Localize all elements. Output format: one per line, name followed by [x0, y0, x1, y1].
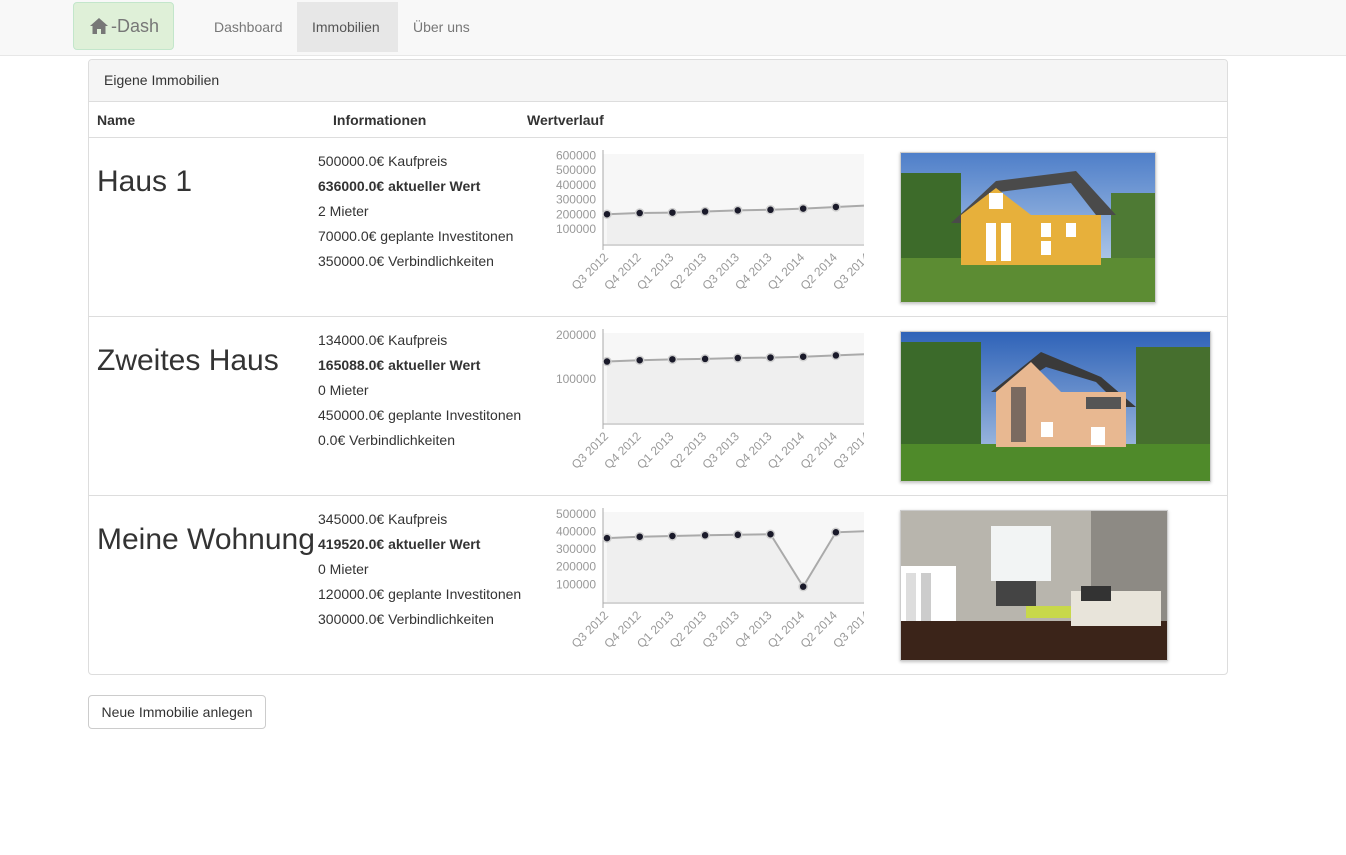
data-point: [765, 352, 776, 363]
data-point: [602, 533, 612, 543]
property-photo: [900, 331, 1211, 482]
data-point: [634, 355, 645, 365]
nav-dashboard[interactable]: Dashboard: [199, 2, 298, 52]
kaufpreis: 500000.0€ Kaufpreis: [318, 153, 448, 169]
y-tick-label: 400000: [556, 178, 596, 192]
y-tick-label: 100000: [556, 577, 596, 591]
data-point: [798, 351, 808, 362]
y-tick-label: 200000: [556, 328, 596, 342]
data-point: [602, 356, 612, 367]
kaufpreis: 345000.0€ Kaufpreis: [318, 511, 448, 527]
property-name: Zweites Haus: [97, 344, 279, 377]
house-photo: [901, 332, 1210, 481]
data-point: [765, 205, 776, 215]
data-point: [700, 354, 710, 364]
property-name: Meine Wohnung: [97, 523, 315, 556]
data-point: [798, 203, 808, 214]
y-tick-label: 100000: [556, 372, 596, 386]
data-point: [831, 527, 841, 538]
property-name: Haus 1: [97, 165, 193, 198]
data-point: [831, 202, 841, 212]
table-header-divider: [89, 137, 1227, 138]
verbindlichkeiten: 350000.0€ Verbindlichkeiten: [318, 253, 494, 269]
data-point: [765, 529, 776, 539]
data-point: [733, 205, 743, 216]
investitionen: 450000.0€ geplante Investitonen: [318, 407, 522, 423]
data-point: [733, 353, 743, 363]
data-point: [634, 208, 645, 218]
brand-label: -Dash: [111, 15, 160, 36]
data-point: [667, 354, 678, 365]
row-divider: [89, 316, 1227, 317]
column-header-name: Name: [97, 112, 136, 128]
aktueller-wert: 636000.0€ aktueller Wert: [318, 178, 481, 194]
mieter: 0 Mieter: [318, 382, 369, 398]
mieter: 2 Mieter: [318, 203, 369, 219]
add-property-button[interactable]: Neue Immobilie anlegen: [88, 695, 266, 729]
property-photo: [900, 510, 1168, 661]
data-point: [700, 206, 710, 217]
panel-heading: Eigene Immobilien: [89, 60, 1227, 102]
data-point: [798, 581, 808, 592]
nav-immobilien[interactable]: Immobilien: [297, 2, 398, 52]
mieter: 0 Mieter: [318, 561, 369, 577]
property-info: 345000.0€ Kaufpreis 419520.0€ aktueller …: [318, 507, 521, 632]
verbindlichkeiten: 300000.0€ Verbindlichkeiten: [318, 611, 494, 627]
property-info: 134000.0€ Kaufpreis 165088.0€ aktueller …: [318, 328, 521, 453]
verbindlichkeiten: 0.0€ Verbindlichkeiten: [318, 432, 455, 448]
apartment-photo: [901, 511, 1167, 660]
value-chart: 100000200000Q3 2012Q4 2012Q1 2013Q2 2013…: [556, 328, 864, 472]
nav-ueber-uns[interactable]: Über uns: [398, 2, 485, 52]
aktueller-wert: 165088.0€ aktueller Wert: [318, 357, 481, 373]
data-point: [667, 207, 678, 218]
y-tick-label: 500000: [556, 163, 596, 177]
data-point: [700, 530, 710, 541]
data-point: [733, 530, 743, 540]
value-chart: 100000200000300000400000500000600000Q3 2…: [556, 148, 864, 293]
property-photo: [900, 152, 1156, 303]
data-point: [667, 531, 678, 541]
investitionen: 70000.0€ geplante Investitonen: [318, 228, 514, 244]
y-tick-label: 600000: [556, 148, 596, 162]
brand-logo[interactable]: -Dash: [73, 2, 174, 50]
y-tick-label: 200000: [556, 207, 596, 221]
properties-panel: Eigene Immobilien Name Informationen Wer…: [88, 59, 1228, 675]
row-divider: [89, 495, 1227, 496]
data-point: [831, 350, 841, 361]
y-tick-label: 300000: [556, 193, 596, 207]
column-header-info: Informationen: [333, 112, 427, 128]
property-info: 500000.0€ Kaufpreis 636000.0€ aktueller …: [318, 149, 513, 274]
y-tick-label: 200000: [556, 560, 596, 574]
y-tick-label: 300000: [556, 542, 596, 556]
area-fill: [607, 354, 864, 423]
data-point: [602, 209, 612, 219]
aktueller-wert: 419520.0€ aktueller Wert: [318, 536, 481, 552]
y-tick-label: 400000: [556, 524, 596, 538]
home-icon: [90, 18, 108, 34]
house-photo: [901, 153, 1155, 302]
data-point: [634, 531, 645, 542]
investitionen: 120000.0€ geplante Investitonen: [318, 586, 522, 602]
y-tick-label: 500000: [556, 507, 596, 521]
navbar: -Dash Dashboard Immobilien Über uns: [0, 0, 1346, 56]
y-tick-label: 100000: [556, 222, 596, 236]
value-chart: 100000200000300000400000500000Q3 2012Q4 …: [556, 507, 864, 651]
kaufpreis: 134000.0€ Kaufpreis: [318, 332, 448, 348]
column-header-chart: Wertverlauf: [527, 112, 604, 128]
